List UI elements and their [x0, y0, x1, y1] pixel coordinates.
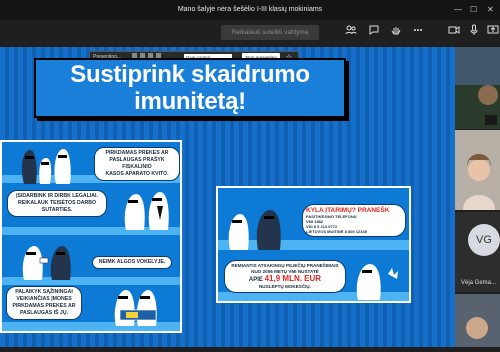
- bubble-envelope-wage: NEIMK ALGOS VOKELYJE.: [92, 256, 172, 269]
- right-info-card: KYLA ĮTARIMŲ? PRANEŠK PASITIKĖJIMO TELEF…: [216, 186, 411, 303]
- more-icon[interactable]: [410, 24, 426, 40]
- raise-hand-icon[interactable]: [388, 24, 404, 40]
- participant-avatar: VG: [468, 224, 500, 256]
- slide-headline: Sustiprink skaidrumo imunitetą!: [70, 61, 310, 115]
- people-icon[interactable]: [343, 24, 359, 40]
- camera-icon[interactable]: [446, 24, 462, 40]
- participant-name: Vėja Gema...: [461, 280, 497, 286]
- white-figure-icon: [54, 148, 71, 184]
- participant-video-3[interactable]: [455, 294, 500, 347]
- meeting-toolbar: Reikalauti suteikti valdymą: [0, 20, 500, 47]
- chat-icon[interactable]: [366, 24, 382, 40]
- shadow-figure-icon: [21, 149, 52, 184]
- maximize-button[interactable]: ☐: [470, 0, 477, 20]
- mic-icon[interactable]: [466, 24, 482, 40]
- window-title: Mano šalyje nėra šešėlio I-III klasių mo…: [177, 6, 323, 13]
- report-bubble: KYLA ĮTARIMŲ? PRANEŠK PASITIKĖJIMO TELEF…: [302, 204, 406, 237]
- money-figure-icon: [356, 264, 398, 300]
- reward-bubble: REMIANTIS ATSAKINGŲ PILIEČIŲ PRANEŠIMAIS…: [224, 260, 346, 293]
- share-icon[interactable]: [485, 24, 500, 40]
- left-info-card: PIRKDAMAS PREKES AR PASLAUGAS PRAŠYK FIS…: [0, 140, 182, 333]
- participant-video-2[interactable]: [455, 130, 500, 210]
- participant-video-1[interactable]: [455, 47, 500, 129]
- bubble-legal-work: ĮSIDARBINK IR DIRBK LEGALIAI. REIKALAUK …: [7, 190, 107, 217]
- report-figures-icon: [228, 210, 281, 250]
- shop-figures-icon: [114, 290, 157, 326]
- bubble-support-business: PALAIKYK SĄŽININGAI VEIKIANČIAS ĮMONES P…: [6, 286, 82, 320]
- window-title-bar: Mano šalyje nėra šešėlio I-III klasių mo…: [0, 0, 500, 20]
- suit-figures-icon: [124, 192, 169, 230]
- bubble-receipt: PIRKDAMAS PREKES AR PASLAUGAS PRAŠYK FIS…: [94, 147, 180, 181]
- close-button[interactable]: ✕: [487, 0, 494, 20]
- minimize-button[interactable]: —: [454, 0, 462, 20]
- request-control-button[interactable]: Reikalauti suteikti valdymą: [221, 25, 319, 40]
- envelope-figures-icon: [22, 246, 71, 280]
